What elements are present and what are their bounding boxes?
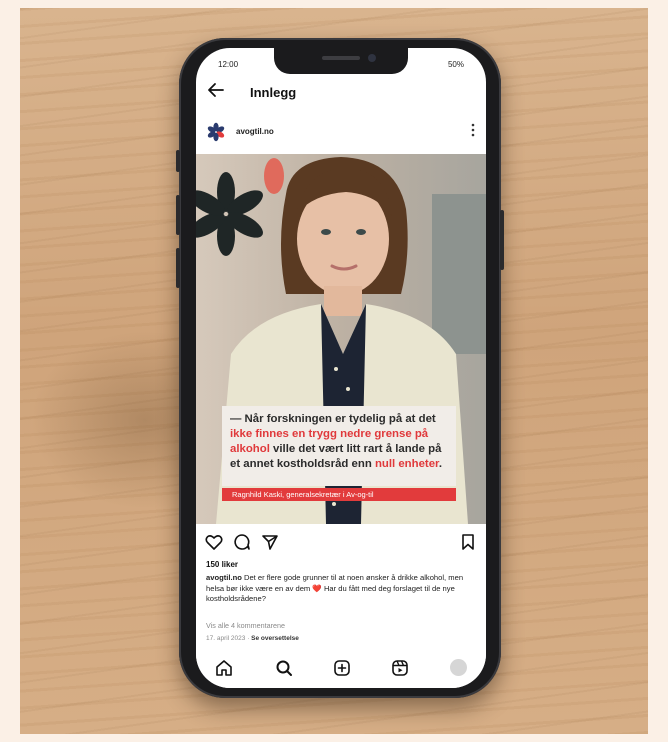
reels-icon[interactable]	[390, 658, 410, 678]
status-time: 12:00	[218, 60, 239, 69]
phone-mute-switch	[176, 150, 180, 172]
quote-text: — Når forskningen er tydelig på at det i…	[230, 413, 443, 470]
notch	[274, 48, 408, 74]
post-caption: avogtil.no Det er flere gode grunner til…	[206, 573, 464, 603]
home-icon[interactable]	[214, 658, 234, 678]
phone-volume-down	[176, 248, 180, 288]
front-camera	[368, 54, 376, 62]
earpiece	[322, 56, 360, 60]
search-icon[interactable]	[274, 658, 294, 678]
bookmark-icon[interactable]	[458, 532, 478, 552]
post-header: avogtil.no	[196, 116, 486, 148]
view-comments-link[interactable]: Vis alle 4 kommentarene	[206, 621, 285, 630]
heart-icon[interactable]	[204, 532, 224, 552]
caption-account[interactable]: avogtil.no	[206, 573, 242, 582]
account-avatar[interactable]	[206, 122, 226, 142]
quote-credit: Ragnhild Kaski, generalsekretær i Av-og-…	[222, 488, 456, 501]
post-date: 17. april 2023 · Se oversettelse	[206, 635, 299, 642]
phone-volume-up	[176, 195, 180, 235]
comment-icon[interactable]	[232, 532, 252, 552]
bottom-tab-bar	[196, 652, 486, 688]
add-post-icon[interactable]	[332, 658, 352, 678]
post-actions	[196, 526, 486, 556]
post-image[interactable]: — Når forskningen er tydelig på at det i…	[196, 154, 486, 524]
like-count[interactable]: 150 liker	[206, 560, 238, 569]
phone-screen: 12:00 50% Innlegg avogtil.no — Når forsk…	[196, 48, 486, 688]
heart-emoji: ❤️	[312, 583, 322, 593]
share-icon[interactable]	[260, 532, 280, 552]
more-icon[interactable]	[470, 122, 476, 141]
phone-power-button	[500, 210, 504, 270]
account-name[interactable]: avogtil.no	[236, 127, 274, 136]
top-nav: Innlegg	[196, 78, 486, 110]
page-title: Innlegg	[250, 85, 297, 100]
profile-icon[interactable]	[450, 659, 467, 676]
translate-link[interactable]: Se oversettelse	[251, 635, 299, 642]
status-battery: 50%	[447, 60, 464, 69]
back-arrow-icon[interactable]	[206, 80, 226, 106]
